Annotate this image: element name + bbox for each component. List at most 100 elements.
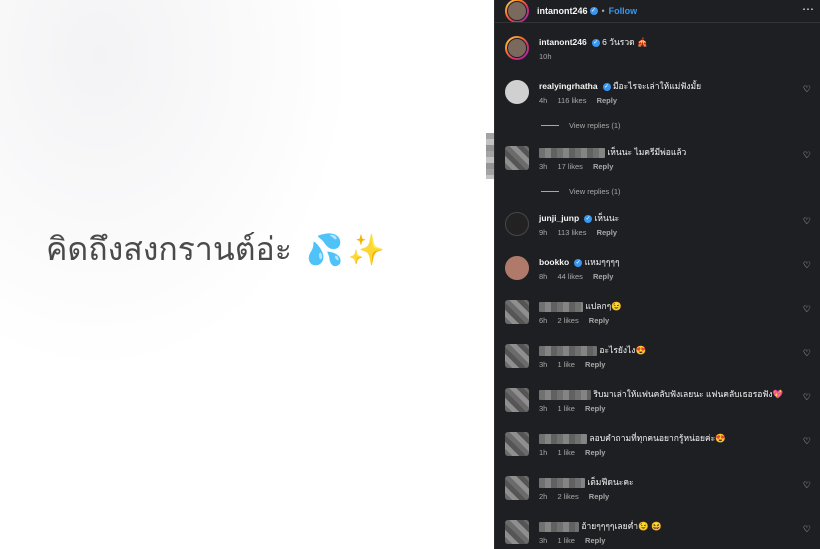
comment-time: 6h (539, 316, 548, 325)
reply-button[interactable]: Reply (589, 492, 609, 501)
tent-emoji: 🎪 (636, 37, 648, 47)
avatar[interactable] (505, 300, 529, 324)
reply-button[interactable]: Reply (585, 360, 605, 369)
post-image-caption: คิดถึงสงกรานต์อ่ะ 💦 ✨ (46, 224, 385, 275)
header-username[interactable]: intanont246 (537, 6, 588, 16)
reply-button[interactable]: Reply (597, 228, 617, 237)
heart-icon[interactable]: ♡ (803, 348, 811, 359)
reply-button[interactable]: Reply (585, 448, 605, 457)
avatar[interactable] (505, 36, 529, 60)
reply-button[interactable]: Reply (593, 272, 613, 281)
comment-likes[interactable]: 1 like (557, 448, 575, 457)
blurred-username[interactable] (539, 147, 605, 158)
verified-badge-icon: ✓ (602, 82, 611, 91)
sparkles-emoji: ✨ (347, 233, 385, 268)
comment-time: 9h (539, 228, 548, 237)
comment-time: 4h (539, 96, 548, 105)
comment-time: 3h (539, 536, 548, 545)
view-replies-label: View replies (1) (569, 121, 621, 130)
comment-text: เต็มฟีดนะคะ (587, 477, 634, 487)
blurred-username[interactable] (539, 477, 585, 488)
avatar[interactable] (505, 146, 529, 170)
avatar[interactable] (505, 80, 529, 104)
blurred-username[interactable] (539, 389, 591, 400)
heart-icon[interactable]: ♡ (803, 260, 811, 271)
comment-likes[interactable]: 113 likes (557, 228, 586, 237)
comments-panel: intanont246 ✓ • Follow ⋯ intanont246 ✓ 6 … (494, 0, 820, 549)
avatar[interactable] (505, 388, 529, 412)
list-item: junji_junp ✓ เห็นนะ 9h 113 likes Reply ♡ (505, 212, 811, 237)
blurred-username[interactable] (539, 433, 587, 444)
comment-username[interactable]: junji_junp (539, 213, 579, 223)
comment-likes[interactable]: 116 likes (557, 96, 586, 105)
more-options-icon[interactable]: ⋯ (802, 2, 815, 16)
list-item: เต็มฟีดนะคะ 2h 2 likes Reply ♡ (505, 476, 811, 501)
list-item: ริบมาเล่าให้แฟนคลับฟังเลยนะ แฟนคลับเธอรอ… (505, 388, 811, 413)
comment-text: อะไรยังไง😍 (599, 345, 647, 355)
heart-icon[interactable]: ♡ (803, 150, 811, 161)
caption-text: 6 วันรวด (602, 37, 635, 47)
separator-dot: • (601, 6, 605, 16)
heart-icon[interactable]: ♡ (803, 216, 811, 227)
avatar[interactable] (505, 476, 529, 500)
comment-text: อ้ายๆๆๆๆเลยค่ำ😉 😆 (581, 521, 662, 531)
comment-time: 3h (539, 404, 548, 413)
reply-button[interactable]: Reply (585, 536, 605, 545)
comment-text: เห็นนะ (594, 213, 620, 223)
comment-time: 2h (539, 492, 548, 501)
comment-text: ริบมาเล่าให้แฟนคลับฟังเลยนะ แฟนคลับเธอรอ… (593, 389, 784, 399)
heart-icon[interactable]: ♡ (803, 84, 811, 95)
post-image-text: คิดถึงสงกรานต์อ่ะ (46, 230, 292, 268)
comment-text: มือะไรจะเล่าให้แม่ฟังมั้ย (612, 81, 702, 91)
blurred-username[interactable] (539, 521, 579, 532)
avatar[interactable] (505, 432, 529, 456)
post-header: intanont246 ✓ • Follow ⋯ (495, 0, 820, 23)
post-image: คิดถึงสงกรานต์อ่ะ 💦 ✨ (0, 0, 494, 549)
comment-likes[interactable]: 1 like (557, 360, 575, 369)
header-divider (495, 22, 820, 23)
verified-badge-icon: ✓ (574, 258, 583, 267)
avatar[interactable] (505, 520, 529, 544)
comment-likes[interactable]: 2 likes (557, 316, 578, 325)
list-item: ลอบคำถามที่ทุกคนอยากรู้หน่อยค่ะ😍 1h 1 li… (505, 432, 811, 457)
caption-time: 10h (539, 52, 552, 61)
blurred-username[interactable] (539, 345, 597, 356)
avatar[interactable] (505, 0, 529, 23)
comment-text: ลอบคำถามที่ทุกคนอยากรู้หน่อยค่ะ😍 (589, 433, 726, 443)
comment-likes[interactable]: 44 likes (557, 272, 582, 281)
list-item: แปลกๆ😉 6h 2 likes Reply ♡ (505, 300, 811, 325)
verified-badge-icon: ✓ (589, 7, 598, 15)
comment-time: 3h (539, 360, 548, 369)
sweat-drops-emoji: 💦 (306, 233, 344, 268)
avatar[interactable] (505, 344, 529, 368)
comment-time: 8h (539, 272, 548, 281)
comment-text: แปลกๆ😉 (585, 301, 622, 311)
reply-button[interactable]: Reply (593, 162, 613, 171)
comment-likes[interactable]: 2 likes (557, 492, 578, 501)
comment-likes[interactable]: 1 like (557, 536, 575, 545)
reply-button[interactable]: Reply (597, 96, 617, 105)
view-replies-button[interactable]: View replies (1) (541, 121, 621, 130)
caption-username[interactable]: intanont246 (539, 37, 587, 47)
comment-likes[interactable]: 17 likes (557, 162, 582, 171)
avatar[interactable] (505, 212, 529, 236)
reply-button[interactable]: Reply (585, 404, 605, 413)
view-replies-button[interactable]: View replies (1) (541, 187, 621, 196)
list-item: realyingrhatha ✓ มือะไรจะเล่าให้แม่ฟังมั้… (505, 80, 811, 105)
follow-button[interactable]: Follow (609, 6, 638, 16)
list-item: bookko ✓ แหมๆๆๆๆ 8h 44 likes Reply ♡ (505, 256, 811, 281)
reply-button[interactable]: Reply (589, 316, 609, 325)
caption-entry: intanont246 ✓ 6 วันรวด 🎪 10h (505, 36, 811, 61)
comment-username[interactable]: bookko (539, 257, 569, 267)
avatar[interactable] (505, 256, 529, 280)
comment-likes[interactable]: 1 like (557, 404, 575, 413)
heart-icon[interactable]: ♡ (803, 480, 811, 491)
heart-icon[interactable]: ♡ (803, 524, 811, 535)
comment-username[interactable]: realyingrhatha (539, 81, 598, 91)
heart-icon[interactable]: ♡ (803, 392, 811, 403)
verified-badge-icon: ✓ (584, 214, 593, 223)
view-replies-label: View replies (1) (569, 187, 621, 196)
heart-icon[interactable]: ♡ (803, 304, 811, 315)
heart-icon[interactable]: ♡ (803, 436, 811, 447)
blurred-username[interactable] (539, 301, 583, 312)
